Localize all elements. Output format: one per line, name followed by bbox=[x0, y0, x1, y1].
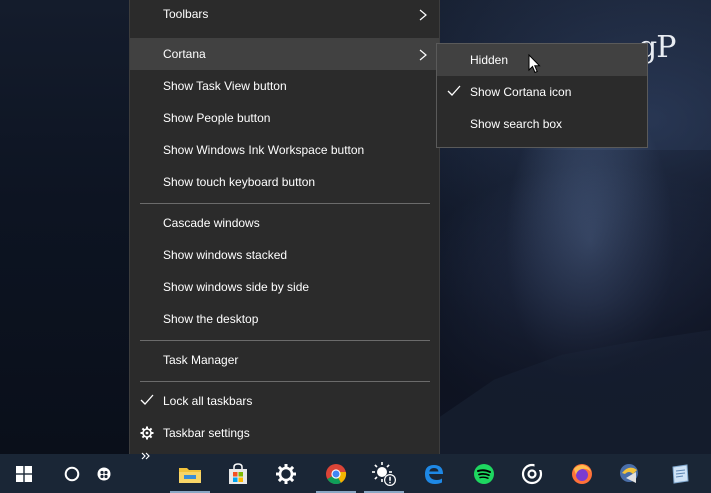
cortana-submenu: Hidden Show Cortana icon Show search box bbox=[436, 43, 648, 148]
menu-item-show-people[interactable]: Show People button bbox=[130, 102, 439, 134]
menu-item-cortana[interactable]: Cortana bbox=[130, 38, 439, 70]
checkmark-icon bbox=[447, 76, 463, 108]
taskbar-firefox[interactable] bbox=[558, 454, 606, 493]
menu-item-label: Show Task View button bbox=[163, 79, 287, 93]
taskbar bbox=[0, 452, 711, 493]
menu-item-label: Show touch keyboard button bbox=[163, 175, 316, 189]
checkmark-icon bbox=[140, 385, 156, 417]
menu-item-windows-stacked[interactable]: Show windows stacked bbox=[130, 239, 439, 271]
menu-item-windows-side-by-side[interactable]: Show windows side by side bbox=[130, 271, 439, 303]
menu-item-label: Lock all taskbars bbox=[163, 394, 253, 408]
menu-item-lock-taskbars[interactable]: Lock all taskbars bbox=[130, 385, 439, 417]
menu-item-label: Cortana bbox=[163, 47, 206, 61]
menu-item-show-ink-workspace[interactable]: Show Windows Ink Workspace button bbox=[130, 134, 439, 166]
taskbar-file-explorer[interactable] bbox=[166, 454, 214, 493]
menu-item-label: Toolbars bbox=[163, 7, 209, 21]
mouse-cursor-icon bbox=[528, 53, 541, 77]
menu-item-label: Show windows stacked bbox=[163, 248, 288, 262]
menu-separator bbox=[140, 340, 430, 341]
submenu-item-hidden[interactable]: Hidden bbox=[437, 44, 647, 76]
taskbar-media-player[interactable] bbox=[606, 454, 654, 493]
taskbar-edge[interactable] bbox=[410, 454, 458, 493]
taskbar-weather-app[interactable] bbox=[360, 454, 408, 493]
menu-item-label: Task Manager bbox=[163, 353, 239, 367]
menu-item-taskbar-settings[interactable]: Taskbar settings bbox=[130, 417, 439, 449]
menu-item-label: Show windows side by side bbox=[163, 280, 310, 294]
submenu-item-show-search-box[interactable]: Show search box bbox=[437, 108, 647, 140]
taskbar-spotify[interactable] bbox=[460, 454, 508, 493]
menu-item-show-touch-keyboard[interactable]: Show touch keyboard button bbox=[130, 166, 439, 198]
chevron-right-icon bbox=[419, 0, 429, 30]
taskbar-groove-music[interactable] bbox=[508, 454, 556, 493]
menu-item-label: Show the desktop bbox=[163, 312, 259, 326]
people-button[interactable] bbox=[84, 454, 124, 493]
taskbar-chrome[interactable] bbox=[312, 454, 360, 493]
menu-item-task-manager[interactable]: Task Manager bbox=[130, 344, 439, 376]
menu-item-show-desktop[interactable]: Show the desktop bbox=[130, 303, 439, 335]
submenu-item-label: Hidden bbox=[470, 53, 509, 67]
chevron-right-icon bbox=[419, 38, 429, 70]
menu-item-label: Taskbar settings bbox=[163, 426, 250, 440]
submenu-item-label: Show search box bbox=[470, 117, 563, 131]
taskbar-notes[interactable] bbox=[656, 454, 704, 493]
taskbar-settings[interactable] bbox=[262, 454, 310, 493]
menu-item-label: Show Windows Ink Workspace button bbox=[163, 143, 365, 157]
taskbar-context-menu: Toolbars Cortana Show Task View button S… bbox=[129, 0, 440, 456]
menu-item-label: Cascade windows bbox=[163, 216, 260, 230]
menu-item-label: Show People button bbox=[163, 111, 271, 125]
toolbar-overflow-button[interactable] bbox=[140, 452, 164, 493]
taskbar-microsoft-store[interactable] bbox=[214, 454, 262, 493]
menu-separator bbox=[140, 203, 430, 204]
menu-item-toolbars[interactable]: Toolbars bbox=[130, 0, 439, 30]
gear-icon bbox=[140, 417, 156, 449]
submenu-item-label: Show Cortana icon bbox=[470, 85, 572, 99]
menu-item-show-task-view[interactable]: Show Task View button bbox=[130, 70, 439, 102]
start-button[interactable] bbox=[0, 454, 48, 493]
submenu-item-show-cortana-icon[interactable]: Show Cortana icon bbox=[437, 76, 647, 108]
menu-separator bbox=[140, 381, 430, 382]
menu-item-cascade-windows[interactable]: Cascade windows bbox=[130, 207, 439, 239]
